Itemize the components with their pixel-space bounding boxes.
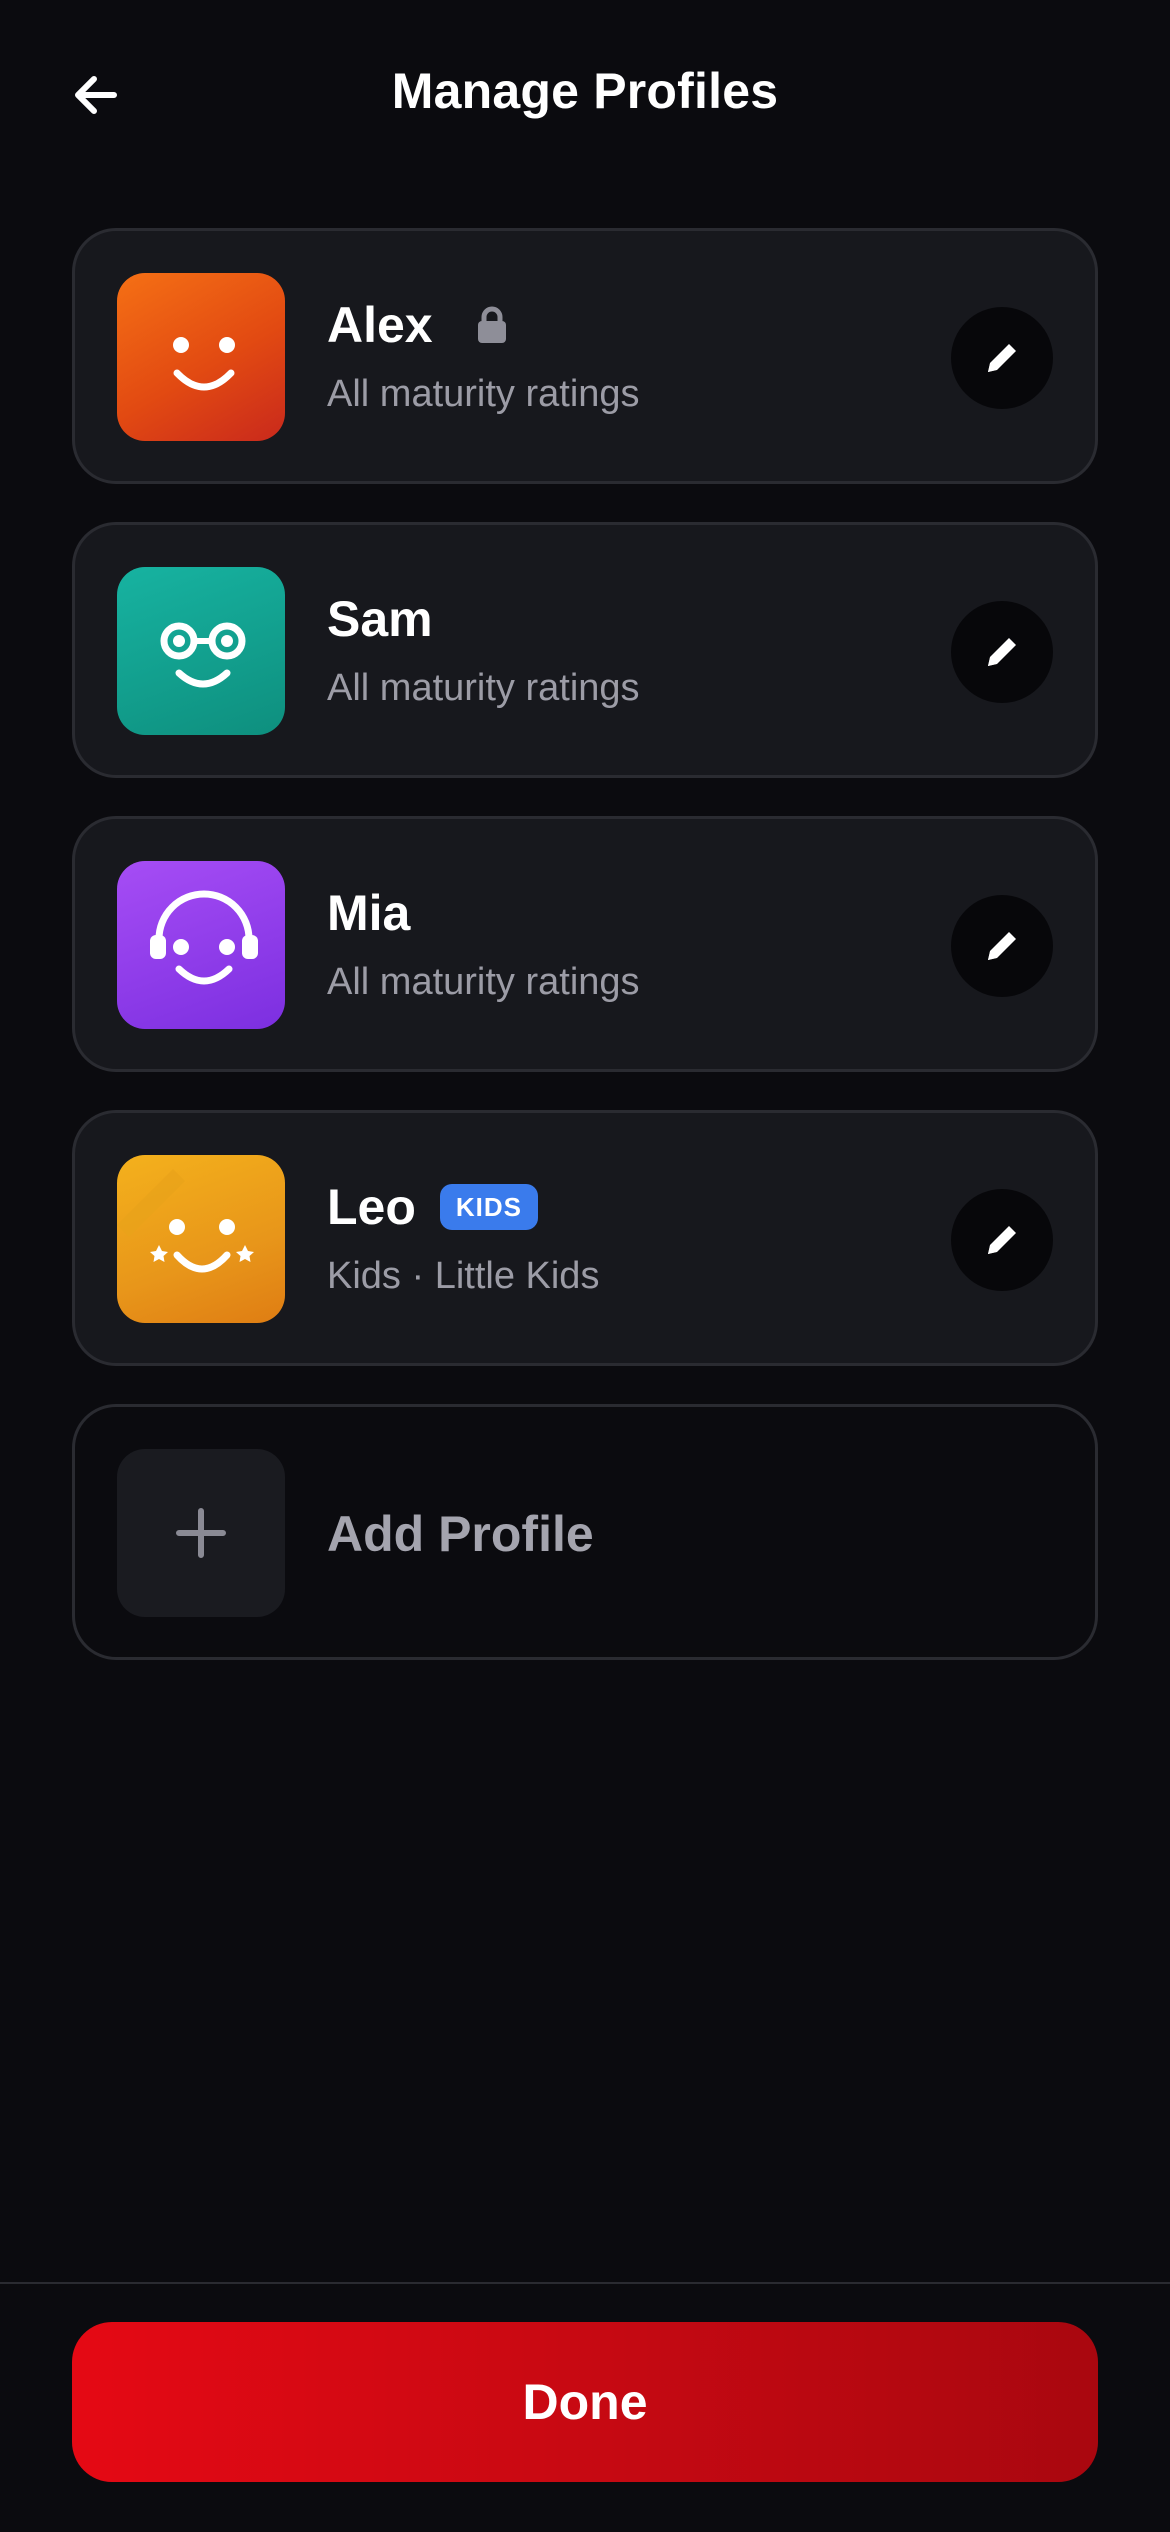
edit-profile-button[interactable] <box>951 601 1053 703</box>
name-row: Alex <box>327 293 509 357</box>
pencil-icon <box>988 1226 1016 1254</box>
profile-card-sam[interactable]: Sam All maturity ratings <box>72 522 1098 778</box>
page-title: Manage Profiles <box>391 63 779 119</box>
profile-list: Alex All maturity ratings Sam All maturi… <box>72 228 1098 1660</box>
header: Manage Profiles <box>0 0 1170 190</box>
done-label: Done <box>522 2374 648 2430</box>
profile-card-alex[interactable]: Alex All maturity ratings <box>72 228 1098 484</box>
add-profile-tile <box>117 1449 285 1617</box>
profile-maturity: Kids · Little Kids <box>327 1255 600 1297</box>
edit-profile-button[interactable] <box>951 307 1053 409</box>
profile-card-mia[interactable]: Mia All maturity ratings <box>72 816 1098 1072</box>
profile-maturity: All maturity ratings <box>327 667 640 709</box>
done-button[interactable]: Done <box>72 2322 1098 2482</box>
star-face-icon <box>117 1169 254 1273</box>
pencil-icon <box>988 344 1016 372</box>
kids-badge: KIDS <box>439 1184 539 1230</box>
pencil-icon <box>988 638 1016 666</box>
profile-maturity: All maturity ratings <box>327 961 640 1003</box>
profile-name: Sam <box>327 591 433 647</box>
edit-profile-button[interactable] <box>951 895 1053 997</box>
name-row: Sam <box>327 587 433 651</box>
headphones-face-icon <box>150 890 258 985</box>
add-profile-button[interactable]: Add Profile <box>72 1404 1098 1660</box>
name-row: Mia <box>327 881 410 945</box>
avatar[interactable] <box>117 273 285 441</box>
pencil-icon <box>988 932 1016 960</box>
edit-profile-button[interactable] <box>951 1189 1053 1291</box>
avatar[interactable] <box>117 1155 285 1323</box>
footer-divider <box>0 2282 1170 2284</box>
profile-maturity: All maturity ratings <box>327 373 640 415</box>
smile-face-icon <box>173 337 235 391</box>
name-row: Leo KIDS <box>327 1175 539 1239</box>
profile-name: Mia <box>327 885 411 941</box>
profile-name: Alex <box>327 297 433 353</box>
profile-card-leo[interactable]: Leo KIDS Kids · Little Kids <box>72 1110 1098 1366</box>
add-profile-label: Add Profile <box>327 1506 594 1562</box>
lock-icon <box>475 305 509 345</box>
avatar[interactable] <box>117 567 285 735</box>
manage-profiles-screen: Manage Profiles Alex All maturity rating… <box>0 0 1170 2532</box>
glasses-face-icon <box>160 622 246 688</box>
avatar[interactable] <box>117 861 285 1029</box>
plus-icon <box>176 1508 226 1558</box>
profile-name: Leo <box>327 1179 416 1235</box>
